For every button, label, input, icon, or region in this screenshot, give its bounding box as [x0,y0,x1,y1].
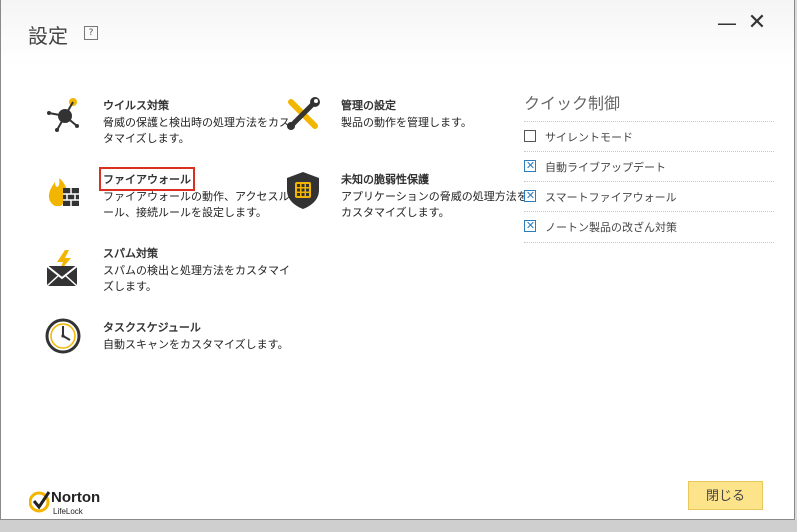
smart-firewall-label[interactable]: スマートファイアウォール [545,189,677,205]
quick-row-liveupdate: 自動ライブアップデート [524,151,774,182]
firewall-desc: ファイアウォールの動作、アクセスルール、接続ルールを設定します。 [103,190,290,219]
item-admin: 管理の設定 製品の動作を管理します。 [287,94,531,131]
tamper-protection-label[interactable]: ノートン製品の改ざん対策 [545,219,677,235]
network-icon [47,98,79,132]
live-update-checkbox[interactable] [524,159,536,172]
live-update-label[interactable]: 自動ライブアップデート [545,159,666,175]
quick-controls-title: クイック制御 [524,94,621,113]
close-icon[interactable]: ✕ [746,12,768,34]
quick-row-firewall: スマートファイアウォール [524,181,774,212]
firewall-icon [48,178,79,206]
norton-check-icon [29,491,51,513]
item-firewall: ファイアウォール ファイアウォールの動作、アクセスルール、接続ルールを設定します… [48,167,293,221]
help-icon[interactable]: ? [84,26,98,40]
firewall-link[interactable]: ファイアウォール [99,167,195,191]
admin-desc: 製品の動作を管理します。 [341,116,472,129]
item-vuln: 未知の脆弱性保護 アプリケーションの脅威の処理方法をカスタマイズします。 [287,168,531,221]
spam-mail-icon [46,250,78,287]
tamper-protection-checkbox[interactable] [524,219,536,232]
virus-link[interactable]: ウイルス対策 [103,97,169,113]
silent-mode-label[interactable]: サイレントモード [545,129,633,145]
item-schedule: タスクスケジュール 自動スキャンをカスタマイズします。 [45,316,293,354]
minimize-button[interactable]: — [717,13,737,34]
admin-link[interactable]: 管理の設定 [341,97,396,113]
tools-icon [287,97,320,130]
settings-window: 設定 ? — ✕ ウイルス対策 脅威の保護と検出時の処理方法をカスタマイズします… [0,0,795,520]
taskbar-strip [0,520,797,532]
virus-desc: 脅威の保護と検出時の処理方法をカスタマイズします。 [103,116,290,145]
smart-firewall-checkbox[interactable] [524,189,536,202]
logo-subtitle: LifeLock [53,507,83,516]
vuln-desc: アプリケーションの脅威の処理方法をカスタマイズします。 [341,190,528,219]
silent-mode-checkbox[interactable] [524,130,536,142]
item-virus: ウイルス対策 脅威の保護と検出時の処理方法をカスタマイズします。 [47,94,293,147]
spam-link[interactable]: スパム対策 [103,245,158,261]
quick-row-tamper: ノートン製品の改ざん対策 [524,211,774,243]
logo-name: Norton [51,489,101,506]
clock-icon [45,318,81,354]
item-spam: スパム対策 スパムの検出と処理方法をカスタマイズします。 [46,242,293,295]
vuln-link[interactable]: 未知の脆弱性保護 [341,171,429,187]
schedule-desc: 自動スキャンをカスタマイズします。 [103,338,289,351]
spam-desc: スパムの検出と処理方法をカスタマイズします。 [103,264,290,293]
header: 設定 ? — ✕ [1,0,794,66]
shield-icon [287,172,319,209]
window-title: 設定 [28,24,68,48]
quick-row-silent: サイレントモード [524,121,774,152]
schedule-link[interactable]: タスクスケジュール [103,319,201,335]
close-button[interactable]: 閉じる [688,481,763,510]
